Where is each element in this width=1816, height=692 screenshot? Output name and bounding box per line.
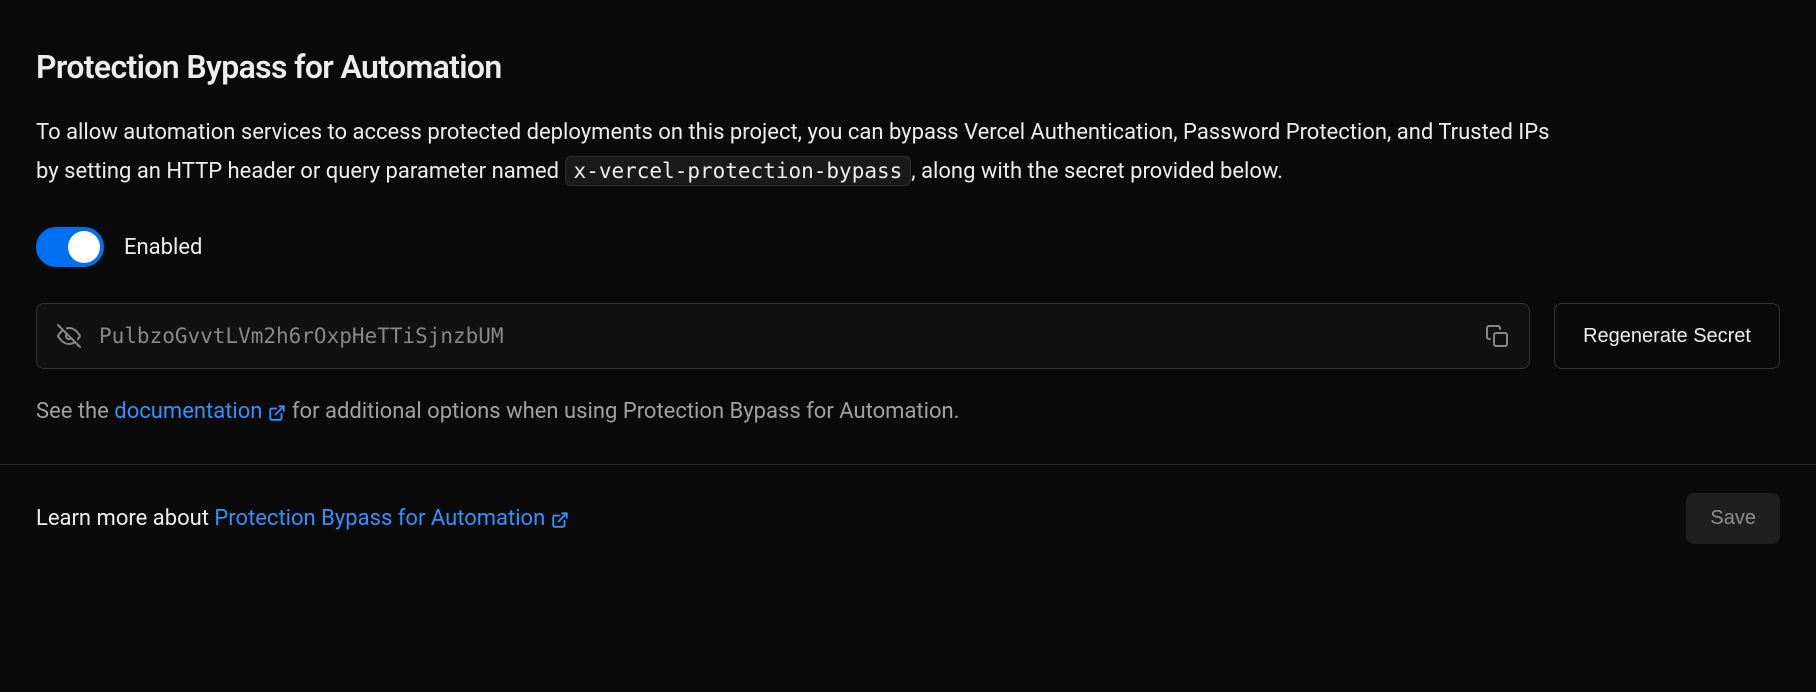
- secret-value: PulbzoGvvtLVm2h6rOxpHeTTiSjnzbUM: [99, 324, 1467, 348]
- enabled-toggle[interactable]: [36, 227, 104, 267]
- save-button[interactable]: Save: [1686, 493, 1780, 544]
- description-suffix: , along with the secret provided below.: [911, 159, 1283, 184]
- documentation-link[interactable]: documentation: [114, 399, 286, 424]
- helper-prefix: See the: [36, 399, 114, 424]
- enabled-toggle-row: Enabled: [36, 227, 1780, 267]
- footer-text: Learn more about Protection Bypass for A…: [36, 506, 569, 531]
- footer-prefix: Learn more about: [36, 506, 214, 531]
- copy-icon[interactable]: [1485, 324, 1509, 348]
- card-footer: Learn more about Protection Bypass for A…: [0, 464, 1816, 572]
- helper-text: See the documentation for additional opt…: [36, 399, 1780, 424]
- documentation-link-text: documentation: [114, 399, 262, 424]
- footer-link-text: Protection Bypass for Automation: [214, 506, 545, 531]
- secret-field: PulbzoGvvtLVm2h6rOxpHeTTiSjnzbUM: [36, 303, 1530, 369]
- external-link-icon: [551, 510, 569, 528]
- footer-link[interactable]: Protection Bypass for Automation: [214, 506, 569, 531]
- settings-card: Protection Bypass for Automation To allo…: [0, 0, 1816, 424]
- helper-suffix: for additional options when using Protec…: [292, 399, 960, 424]
- toggle-label: Enabled: [124, 235, 202, 260]
- external-link-icon: [268, 403, 286, 421]
- header-name-code: x-vercel-protection-bypass: [565, 156, 912, 186]
- eye-off-icon[interactable]: [57, 324, 81, 348]
- toggle-knob: [68, 231, 100, 263]
- card-description: To allow automation services to access p…: [36, 114, 1556, 191]
- regenerate-secret-button[interactable]: Regenerate Secret: [1554, 303, 1780, 369]
- card-title: Protection Bypass for Automation: [36, 48, 1780, 86]
- secret-row: PulbzoGvvtLVm2h6rOxpHeTTiSjnzbUM Regener…: [36, 303, 1780, 369]
